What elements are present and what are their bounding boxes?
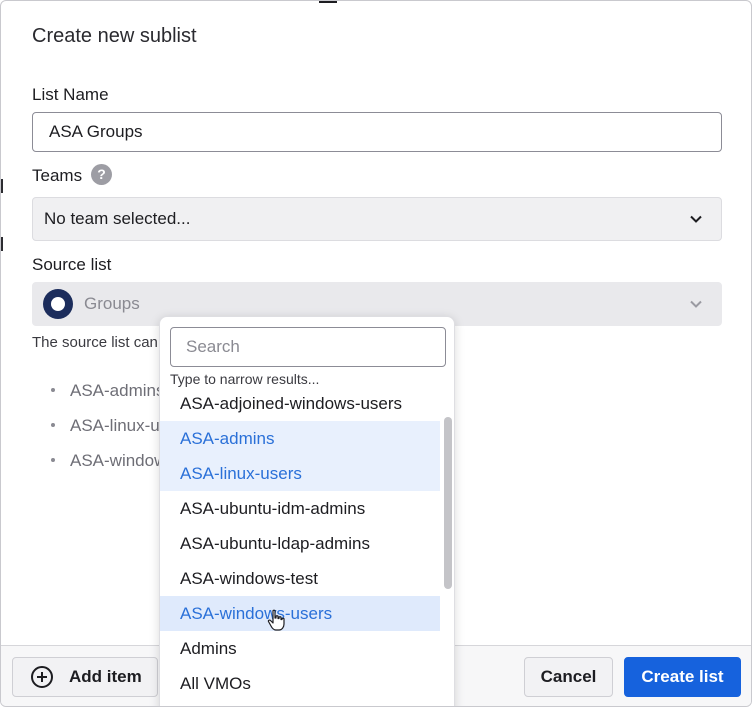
create-list-button[interactable]: Create list (624, 657, 741, 697)
source-list-label: Source list (32, 255, 112, 274)
window-notch (319, 1, 337, 3)
list-item: ASA-windows-users (49, 451, 160, 486)
dropdown-option[interactable]: ASA-adjoined-windows-users (160, 386, 440, 421)
question-circle-icon[interactable]: ? (91, 164, 112, 185)
source-list-helper-text: The source list can (32, 334, 158, 351)
dropdown-option[interactable]: ASA-windows-users (160, 596, 440, 631)
add-item-label: Add item (69, 667, 142, 686)
list-name-label: List Name (32, 85, 109, 104)
source-list-dropdown: Type to narrow results... ASA-adjoined-w… (159, 316, 455, 706)
groups-logo-icon (43, 289, 73, 319)
chevron-down-icon (690, 215, 702, 223)
cancel-button[interactable]: Cancel (524, 657, 613, 697)
dropdown-option[interactable]: ASA-admins (160, 421, 440, 456)
dropdown-option[interactable]: ASA-ubuntu-ldap-admins (160, 526, 440, 561)
dialog-title: Create new sublist (32, 25, 197, 47)
chevron-down-icon (690, 300, 702, 308)
selected-items-list: ASA-admins ASA-linux-users ASA-windows-u… (49, 381, 160, 486)
dropdown-option[interactable]: All VMOs (160, 666, 440, 701)
plus-circle-icon (31, 666, 53, 688)
dropdown-option[interactable]: ASA-ubuntu-idm-admins (160, 491, 440, 526)
create-sublist-dialog: Create new sublist List Name ASA Groups … (0, 0, 752, 707)
dropdown-option[interactable]: Admins (160, 631, 440, 666)
source-list-value: Groups (84, 294, 140, 313)
list-name-input[interactable]: ASA Groups (32, 112, 722, 152)
scrollbar-thumb[interactable] (444, 417, 452, 589)
teams-select[interactable]: No team selected... (32, 197, 722, 241)
options-list: ASA-adjoined-windows-users ASA-admins AS… (160, 386, 440, 701)
add-item-button[interactable]: Add item (12, 657, 158, 697)
search-hint: Type to narrow results... (170, 371, 320, 387)
dropdown-option[interactable]: ASA-linux-users (160, 456, 440, 491)
list-item: ASA-linux-users (49, 416, 160, 451)
teams-select-value: No team selected... (44, 209, 191, 228)
dropdown-option[interactable]: ASA-windows-test (160, 561, 440, 596)
list-item: ASA-admins (49, 381, 160, 416)
search-input[interactable] (170, 327, 446, 367)
hand-pointer-icon (267, 609, 285, 631)
teams-label: Teams (32, 166, 83, 185)
